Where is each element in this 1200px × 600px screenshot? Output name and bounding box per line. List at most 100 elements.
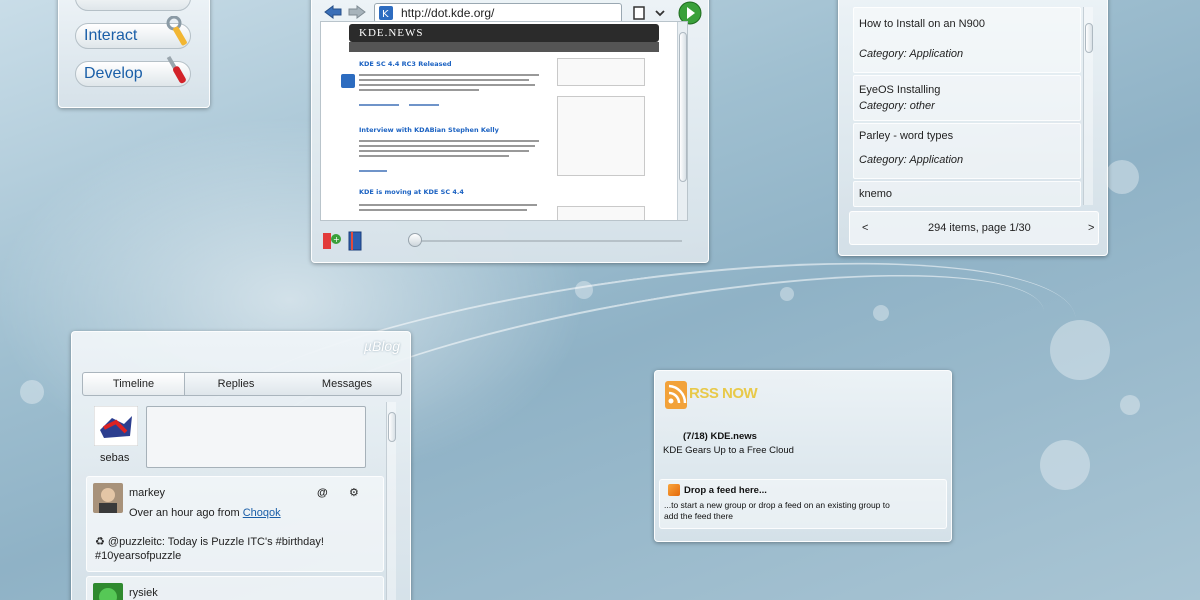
article-link-line[interactable]	[409, 104, 439, 106]
article-title[interactable]: KDE SC 4.4 RC3 Released	[359, 60, 452, 68]
kde-favicon-icon: K	[379, 6, 393, 20]
next-page-button[interactable]: >	[1088, 222, 1094, 234]
launcher-button-top[interactable]	[75, 0, 191, 11]
article-kde-icon	[341, 74, 355, 88]
tab-bar: Timeline Replies Messages	[82, 372, 402, 396]
page-scrollbar[interactable]	[677, 22, 687, 220]
feed-entry-subtitle[interactable]: KDE Gears Up to a Free Cloud	[663, 445, 794, 456]
article-text-line	[359, 204, 537, 206]
article-link-line[interactable]	[359, 104, 399, 106]
rss-now-widget: RSS NOW (7/18) KDE.news KDE Gears Up to …	[654, 370, 952, 542]
tab-replies[interactable]: Replies	[191, 373, 281, 395]
current-user-name: sebas	[100, 452, 130, 464]
tweet-username[interactable]: rysiek	[129, 587, 158, 599]
drop-feed-zone[interactable]: Drop a feed here... ...to start a new gr…	[659, 479, 947, 529]
forward-arrow-icon[interactable]	[348, 5, 366, 19]
list-item[interactable]: How to Install on an N900 Category: Appl…	[853, 7, 1081, 73]
article-text-line	[359, 89, 479, 91]
article-text-line	[359, 79, 529, 81]
tab-messages[interactable]: Messages	[297, 373, 397, 395]
list-item-category: Category: other	[859, 100, 935, 112]
tweet: markey @ ⚙ Over an hour ago from Choqok …	[86, 476, 384, 572]
sidebar-box	[557, 206, 645, 220]
drop-feed-hint-line2: add the feed there	[664, 511, 734, 521]
article-title[interactable]: Interview with KDABian Stephen Kelly	[359, 126, 499, 134]
list-item-category: Category: Application	[859, 154, 964, 166]
article-text-line	[359, 209, 527, 211]
list-item-title: EyeOS Installing	[859, 84, 941, 96]
list-scrollbar[interactable]	[1083, 7, 1093, 205]
app-list-widget: How to Install on an N900 Category: Appl…	[838, 0, 1108, 256]
wallpaper-bubble	[575, 281, 593, 299]
tweet-meta: Over an hour ago from Choqok	[129, 507, 281, 519]
site-banner: KDE.NEWS	[349, 24, 659, 42]
interact-button[interactable]: Interact	[75, 16, 191, 49]
drop-feed-hint-line1: ...to start a new group or drop a feed o…	[664, 500, 890, 510]
drop-feed-title: Drop a feed here...	[684, 485, 767, 496]
list-item[interactable]: knemo	[853, 181, 1081, 207]
web-page-view[interactable]: KDE.NEWS KDE SC 4.4 RC3 Released Intervi…	[320, 21, 688, 221]
article-text-line	[359, 74, 539, 76]
microblog-widget: µBlog Timeline Replies Messages sebas ma…	[71, 331, 411, 600]
dropdown-arrow-icon[interactable]	[654, 5, 666, 21]
tweet: rysiek	[86, 576, 384, 600]
list-item[interactable]: Parley - word types Category: Applicatio…	[853, 123, 1081, 179]
tweet-source-link[interactable]: Choqok	[243, 507, 281, 519]
rss-brand: RSS NOW	[689, 385, 758, 402]
article-text-line	[359, 140, 539, 142]
wallpaper-bubble	[20, 380, 44, 404]
list-scroll-thumb[interactable]	[1085, 23, 1093, 53]
web-browser-widget: K http://dot.kde.org/ KDE.NEWS KDE SC 4.…	[311, 0, 709, 263]
screwdriver-icon	[166, 55, 186, 84]
list-item-title: Parley - word types	[859, 130, 954, 142]
tweet-avatar	[93, 583, 123, 600]
launcher-widget: Interact Develop	[58, 0, 210, 108]
prev-page-button[interactable]: <	[862, 222, 868, 234]
sidebar-box	[557, 96, 645, 176]
tweet-meta-prefix: Over an hour ago from	[129, 507, 240, 519]
reply-at-button[interactable]: @	[317, 487, 328, 499]
compose-textarea[interactable]	[146, 406, 366, 468]
site-menu-bar	[349, 42, 659, 52]
list-item[interactable]: EyeOS Installing Category: other	[853, 75, 1081, 121]
rss-feed-icon	[665, 381, 687, 409]
timeline-scrollbar[interactable]	[386, 402, 396, 600]
tweet-text-line2: #10yearsofpuzzle	[95, 550, 182, 562]
tweet-menu-gear-icon[interactable]: ⚙	[349, 486, 359, 499]
svg-text:+: +	[333, 235, 340, 244]
svg-text:K: K	[382, 9, 389, 20]
url-text: http://dot.kde.org/	[401, 6, 495, 20]
back-arrow-icon[interactable]	[324, 5, 342, 19]
book-icon[interactable]	[348, 231, 362, 251]
article-text-line	[359, 145, 535, 147]
wallpaper-bubble	[1040, 440, 1090, 490]
widget-brand: µBlog	[363, 338, 400, 354]
rss-small-icon	[668, 484, 680, 496]
feed-entry-title[interactable]: (7/18) KDE.news	[683, 431, 757, 442]
develop-label: Develop	[84, 65, 143, 82]
url-field[interactable]: K http://dot.kde.org/	[374, 3, 622, 23]
tab-timeline[interactable]: Timeline	[83, 373, 185, 395]
list-item-title: How to Install on an N900	[859, 18, 985, 30]
tweet-username[interactable]: markey	[129, 487, 165, 499]
bookmark-icon[interactable]	[632, 5, 646, 21]
list-item-category: Category: Application	[859, 48, 964, 60]
wallpaper-bubble	[1050, 320, 1110, 380]
wallpaper-bubble	[1120, 395, 1140, 415]
zoom-slider-track[interactable]	[412, 240, 682, 242]
list-item-title: knemo	[859, 188, 893, 200]
add-bookmark-icon[interactable]: +	[322, 231, 342, 251]
article-text-line	[359, 84, 535, 86]
tweet-avatar	[93, 483, 123, 513]
develop-button[interactable]: Develop	[75, 55, 191, 87]
tweet-text-line1: ♻ @puzzleitc: Today is Puzzle ITC's #bir…	[95, 536, 324, 548]
user-avatar	[94, 406, 138, 446]
zoom-slider-handle[interactable]	[408, 233, 422, 247]
interact-label: Interact	[84, 27, 138, 44]
wallpaper-bubble	[1105, 160, 1139, 194]
page-scroll-thumb[interactable]	[679, 32, 687, 182]
article-title[interactable]: KDE is moving at KDE SC 4.4	[359, 188, 464, 196]
article-link-line[interactable]	[359, 170, 387, 172]
timeline-scroll-thumb[interactable]	[388, 412, 396, 442]
wallpaper-bubble	[873, 305, 889, 321]
